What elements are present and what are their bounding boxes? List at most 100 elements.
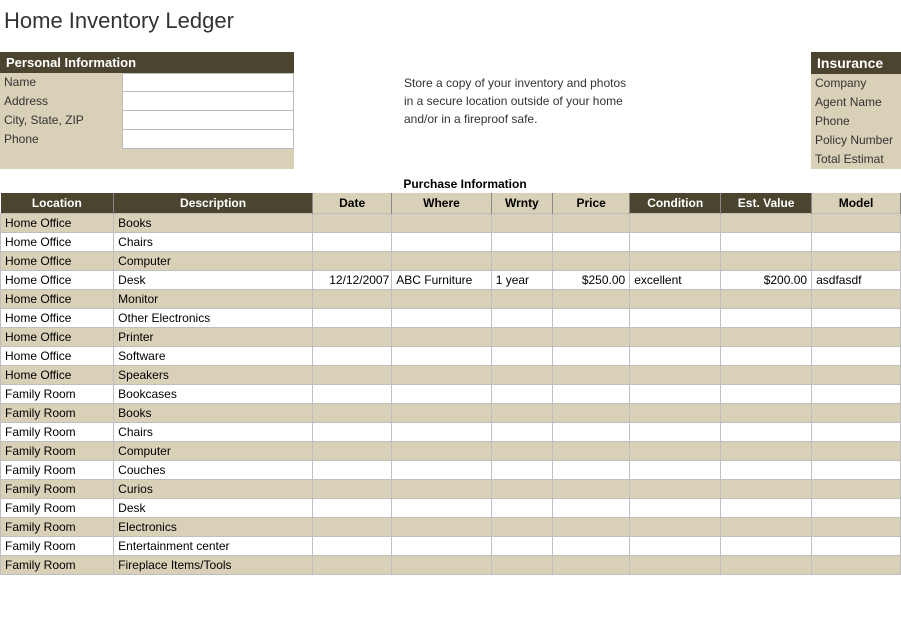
cell-location[interactable]: Home Office	[1, 328, 114, 347]
cell-condition[interactable]	[630, 442, 721, 461]
table-row[interactable]: Family RoomEntertainment center	[1, 537, 901, 556]
cell-where[interactable]	[392, 537, 491, 556]
cell-date[interactable]	[312, 499, 391, 518]
cell-wrnty[interactable]	[491, 309, 552, 328]
cell-est_value[interactable]: $200.00	[721, 271, 812, 290]
cell-location[interactable]: Home Office	[1, 366, 114, 385]
cell-location[interactable]: Family Room	[1, 556, 114, 575]
cell-wrnty[interactable]	[491, 461, 552, 480]
cell-location[interactable]: Family Room	[1, 480, 114, 499]
cell-price[interactable]	[553, 499, 630, 518]
cell-where[interactable]	[392, 404, 491, 423]
table-row[interactable]: Home OfficeSoftware	[1, 347, 901, 366]
cell-description[interactable]: Speakers	[114, 366, 313, 385]
cell-wrnty[interactable]	[491, 252, 552, 271]
cell-date[interactable]	[312, 423, 391, 442]
cell-location[interactable]: Home Office	[1, 290, 114, 309]
cell-condition[interactable]	[630, 347, 721, 366]
cell-wrnty[interactable]	[491, 442, 552, 461]
cell-description[interactable]: Computer	[114, 442, 313, 461]
cell-model[interactable]	[812, 309, 901, 328]
cell-where[interactable]	[392, 252, 491, 271]
cell-location[interactable]: Family Room	[1, 518, 114, 537]
cell-wrnty[interactable]	[491, 537, 552, 556]
cell-where[interactable]	[392, 461, 491, 480]
cell-location[interactable]: Family Room	[1, 499, 114, 518]
field-input[interactable]	[122, 130, 294, 149]
cell-est_value[interactable]	[721, 461, 812, 480]
cell-model[interactable]	[812, 385, 901, 404]
cell-price[interactable]	[553, 233, 630, 252]
cell-condition[interactable]	[630, 423, 721, 442]
cell-date[interactable]	[312, 328, 391, 347]
cell-wrnty[interactable]	[491, 214, 552, 233]
cell-condition[interactable]	[630, 328, 721, 347]
cell-date[interactable]	[312, 214, 391, 233]
cell-wrnty[interactable]	[491, 290, 552, 309]
cell-est_value[interactable]	[721, 309, 812, 328]
cell-price[interactable]	[553, 366, 630, 385]
cell-wrnty[interactable]: 1 year	[491, 271, 552, 290]
table-row[interactable]: Home OfficeBooks	[1, 214, 901, 233]
cell-date[interactable]	[312, 518, 391, 537]
cell-where[interactable]	[392, 214, 491, 233]
cell-where[interactable]	[392, 233, 491, 252]
cell-model[interactable]	[812, 461, 901, 480]
cell-est_value[interactable]	[721, 385, 812, 404]
cell-est_value[interactable]	[721, 252, 812, 271]
cell-model[interactable]	[812, 404, 901, 423]
cell-condition[interactable]	[630, 518, 721, 537]
cell-location[interactable]: Home Office	[1, 347, 114, 366]
cell-where[interactable]	[392, 499, 491, 518]
cell-description[interactable]: Chairs	[114, 233, 313, 252]
cell-price[interactable]	[553, 328, 630, 347]
cell-where[interactable]	[392, 309, 491, 328]
cell-condition[interactable]	[630, 461, 721, 480]
cell-price[interactable]	[553, 252, 630, 271]
cell-model[interactable]	[812, 537, 901, 556]
cell-est_value[interactable]	[721, 499, 812, 518]
cell-location[interactable]: Family Room	[1, 423, 114, 442]
cell-model[interactable]: asdfasdf	[812, 271, 901, 290]
table-row[interactable]: Family RoomBookcases	[1, 385, 901, 404]
table-row[interactable]: Family RoomBooks	[1, 404, 901, 423]
cell-condition[interactable]	[630, 499, 721, 518]
table-row[interactable]: Home OfficeChairs	[1, 233, 901, 252]
cell-where[interactable]	[392, 366, 491, 385]
cell-description[interactable]: Fireplace Items/Tools	[114, 556, 313, 575]
cell-date[interactable]	[312, 252, 391, 271]
cell-description[interactable]: Chairs	[114, 423, 313, 442]
cell-where[interactable]	[392, 442, 491, 461]
cell-description[interactable]: Books	[114, 404, 313, 423]
cell-model[interactable]	[812, 214, 901, 233]
cell-date[interactable]	[312, 309, 391, 328]
field-input[interactable]	[122, 92, 294, 111]
cell-description[interactable]: Computer	[114, 252, 313, 271]
cell-date[interactable]	[312, 290, 391, 309]
cell-location[interactable]: Home Office	[1, 214, 114, 233]
cell-where[interactable]	[392, 290, 491, 309]
field-input[interactable]	[122, 111, 294, 130]
cell-price[interactable]	[553, 309, 630, 328]
cell-est_value[interactable]	[721, 347, 812, 366]
cell-model[interactable]	[812, 499, 901, 518]
cell-description[interactable]: Other Electronics	[114, 309, 313, 328]
cell-condition[interactable]	[630, 309, 721, 328]
cell-wrnty[interactable]	[491, 366, 552, 385]
cell-model[interactable]	[812, 442, 901, 461]
cell-price[interactable]	[553, 290, 630, 309]
cell-price[interactable]	[553, 423, 630, 442]
cell-description[interactable]: Monitor	[114, 290, 313, 309]
cell-date[interactable]	[312, 366, 391, 385]
cell-description[interactable]: Desk	[114, 499, 313, 518]
table-row[interactable]: Family RoomCurios	[1, 480, 901, 499]
cell-where[interactable]	[392, 385, 491, 404]
cell-model[interactable]	[812, 328, 901, 347]
cell-location[interactable]: Family Room	[1, 537, 114, 556]
cell-est_value[interactable]	[721, 480, 812, 499]
cell-wrnty[interactable]	[491, 423, 552, 442]
cell-condition[interactable]	[630, 480, 721, 499]
cell-date[interactable]	[312, 480, 391, 499]
cell-price[interactable]	[553, 461, 630, 480]
cell-price[interactable]	[553, 214, 630, 233]
